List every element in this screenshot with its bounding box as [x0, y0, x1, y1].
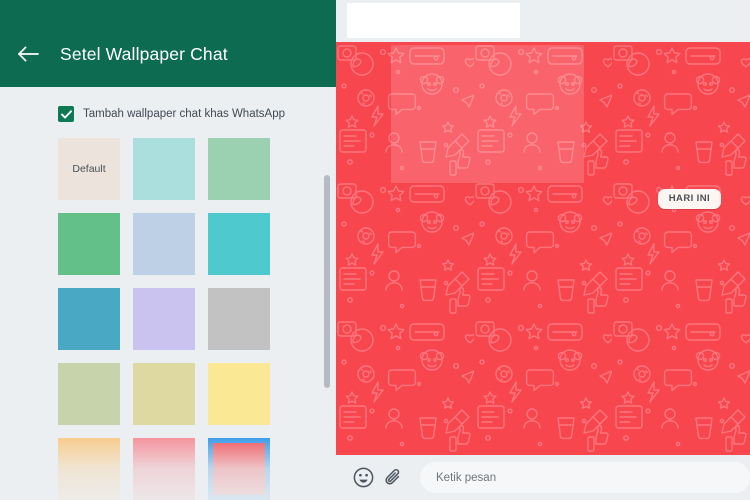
- wallpaper-settings-screen: Setel Wallpaper Chat Tambah wallpaper ch…: [0, 0, 750, 500]
- wallpaper-swatch-mint-green[interactable]: [208, 138, 270, 200]
- wallpaper-swatch-khaki[interactable]: [133, 363, 195, 425]
- wallpaper-swatch-default[interactable]: Default: [58, 138, 120, 200]
- paperclip-icon[interactable]: [380, 465, 406, 491]
- swatch-color-fill: [208, 138, 270, 200]
- wallpaper-swatch-lavender[interactable]: [133, 288, 195, 350]
- swatch-color-fill: [58, 213, 120, 275]
- wallpaper-swatch-pale-cyan[interactable]: [133, 138, 195, 200]
- swatch-color-fill: [58, 138, 120, 200]
- swatch-color-fill: [58, 288, 120, 350]
- wallpaper-preview-overlay: [391, 45, 584, 183]
- arrow-left-icon: [17, 45, 39, 63]
- chat-wallpaper-preview[interactable]: HARI INI: [336, 42, 750, 455]
- wallpaper-swatch-apricot[interactable]: [58, 438, 120, 500]
- wallpaper-swatch-coral-red[interactable]: [208, 438, 270, 500]
- swatch-color-fill: [58, 438, 120, 500]
- chat-preview-panel: HARI INI Ketik pesan: [336, 0, 750, 500]
- chat-input-bar: Ketik pesan: [336, 455, 750, 500]
- swatch-color-fill: [208, 438, 270, 500]
- wallpaper-swatch-powder-blue[interactable]: [133, 213, 195, 275]
- wallpaper-swatch-steel-blue[interactable]: [58, 288, 120, 350]
- swatch-color-fill: [58, 363, 120, 425]
- back-button[interactable]: [0, 37, 56, 71]
- wallpaper-swatch-sage-green[interactable]: [58, 363, 120, 425]
- date-divider-badge: HARI INI: [657, 189, 721, 209]
- preview-topbar: [336, 0, 750, 42]
- swatch-color-fill: [133, 438, 195, 500]
- swatch-color-fill: [208, 363, 270, 425]
- settings-scrollbar-thumb[interactable]: [324, 175, 330, 388]
- swatch-color-fill: [133, 363, 195, 425]
- checkbox-label: Tambah wallpaper chat khas WhatsApp: [83, 108, 285, 120]
- emoji-smiley-icon[interactable]: [350, 465, 376, 491]
- checkbox-checked-icon[interactable]: [58, 106, 74, 122]
- settings-scrollbar-track[interactable]: [324, 87, 333, 500]
- message-input[interactable]: Ketik pesan: [420, 462, 750, 493]
- swatch-color-fill: [133, 138, 195, 200]
- swatch-color-fill: [208, 288, 270, 350]
- page-title: Setel Wallpaper Chat: [60, 44, 228, 64]
- wallpaper-swatch-grid: Default: [58, 138, 271, 500]
- wallpaper-swatch-pale-yellow[interactable]: [208, 363, 270, 425]
- wallpaper-swatch-silver-grey[interactable]: [208, 288, 270, 350]
- settings-panel: Setel Wallpaper Chat Tambah wallpaper ch…: [0, 0, 336, 500]
- preview-topbar-card: [347, 3, 520, 38]
- whatsapp-wallpaper-checkbox-row[interactable]: Tambah wallpaper chat khas WhatsApp: [58, 106, 285, 122]
- wallpaper-swatch-jade-green[interactable]: [58, 213, 120, 275]
- swatch-color-fill: [133, 288, 195, 350]
- message-input-placeholder: Ketik pesan: [436, 471, 497, 484]
- swatch-color-fill: [208, 213, 270, 275]
- settings-header: Setel Wallpaper Chat: [0, 0, 336, 87]
- wallpaper-swatch-salmon-pink[interactable]: [133, 438, 195, 500]
- wallpaper-swatch-turquoise[interactable]: [208, 213, 270, 275]
- swatch-color-fill: [133, 213, 195, 275]
